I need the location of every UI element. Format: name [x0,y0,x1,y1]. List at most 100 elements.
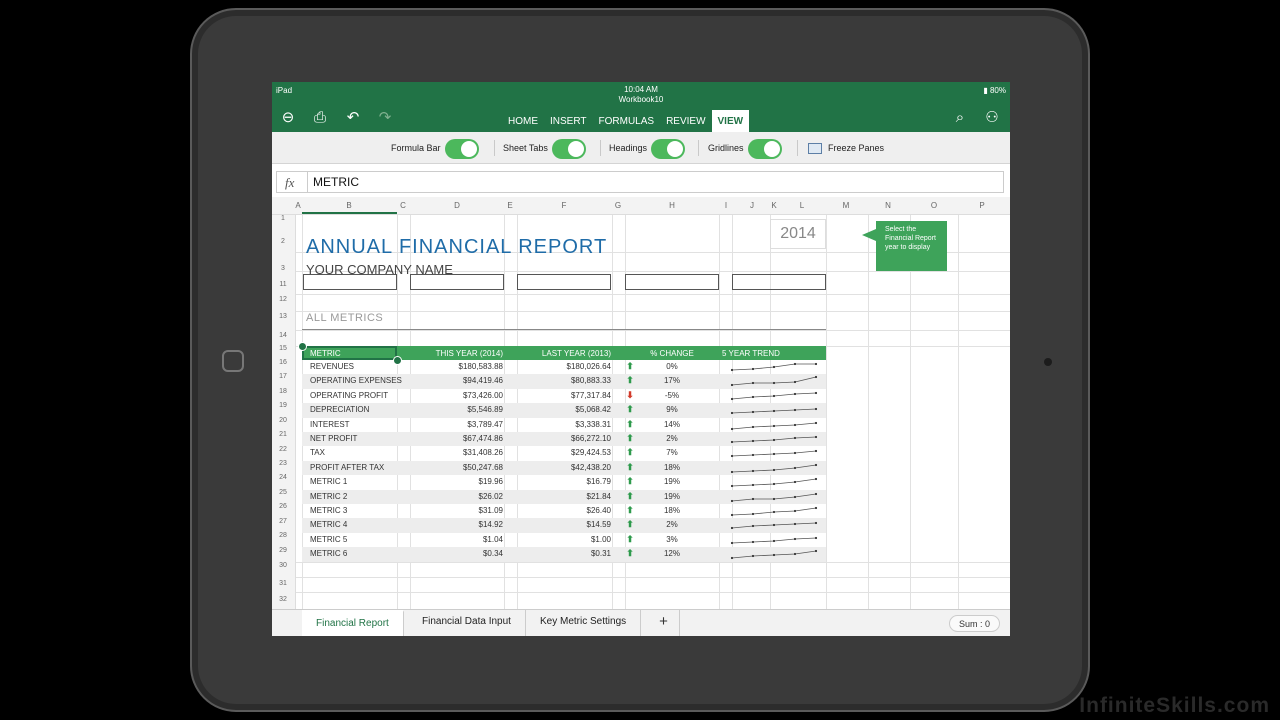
headings-switch[interactable] [651,138,686,159]
selection-handle[interactable] [298,342,307,351]
gridlines-switch[interactable] [747,138,782,159]
sheet-tab[interactable]: Financial Data Input [408,610,526,636]
row-header[interactable]: 25 [272,489,294,496]
this-year-cell[interactable]: $50,247.68 [463,463,503,472]
column-header[interactable]: J [742,201,762,210]
table-row[interactable]: METRIC 2 $26.02 $21.84 19% ⬆ [302,489,826,504]
pct-change-cell[interactable]: 19% [642,477,702,486]
row-header[interactable]: 30 [272,562,294,569]
table-row[interactable]: METRIC 4 $14.92 $14.59 2% ⬆ [302,518,826,533]
row-header[interactable]: 14 [272,332,294,339]
last-year-cell[interactable]: $42,438.20 [571,463,611,472]
headings-toggle[interactable]: Headings [609,138,686,159]
last-year-cell[interactable]: $66,272.10 [571,434,611,443]
metric-cell[interactable]: REVENUES [310,362,354,371]
undo-icon[interactable]: ↶ [343,108,363,128]
row-header[interactable]: 2 [272,238,294,245]
row-header[interactable]: 29 [272,547,294,554]
row-header[interactable]: 16 [272,359,294,366]
last-year-cell[interactable]: $180,026.64 [567,362,612,371]
row-header[interactable]: 28 [272,532,294,539]
table-row[interactable]: NET PROFIT $67,474.86 $66,272.10 2% ⬆ [302,432,826,447]
header-this-year[interactable]: THIS YEAR (2014) [436,349,503,358]
row-header[interactable]: 1 [272,215,294,222]
summary-box[interactable] [732,274,826,290]
selection-handle[interactable] [393,356,402,365]
table-row[interactable]: METRIC 6 $0.34 $0.31 12% ⬆ [302,547,826,562]
add-person-icon[interactable]: ⚇ [982,108,1002,128]
formula-bar-switch[interactable] [444,138,479,159]
column-header[interactable]: L [792,201,812,210]
row-header[interactable]: 11 [272,281,294,288]
column-header[interactable]: H [662,201,682,210]
table-row[interactable]: METRIC 1 $19.96 $16.79 19% ⬆ [302,475,826,489]
tab-review[interactable]: REVIEW [660,110,711,132]
sheet-tabs-switch[interactable] [551,138,586,159]
pct-change-cell[interactable]: 3% [642,535,702,544]
add-sheet-button[interactable]: + [648,610,680,636]
this-year-cell[interactable]: $3,789.47 [467,420,503,429]
back-circle-icon[interactable]: ⊖ [278,108,298,128]
gridlines-toggle[interactable]: Gridlines [708,138,782,159]
row-header[interactable]: 20 [272,417,294,424]
row-header[interactable]: 12 [272,296,294,303]
pct-change-cell[interactable]: 2% [642,434,702,443]
table-row[interactable]: TAX $31,408.26 $29,424.53 7% ⬆ [302,446,826,460]
report-title[interactable]: ANNUAL FINANCIAL REPORT [306,236,607,259]
last-year-cell[interactable]: $14.59 [587,520,611,529]
row-header[interactable]: 17 [272,373,294,380]
last-year-cell[interactable]: $1.00 [591,535,611,544]
last-year-cell[interactable]: $21.84 [587,492,611,501]
redo-icon[interactable]: ↷ [375,108,395,128]
tab-insert[interactable]: INSERT [544,110,593,132]
table-row[interactable]: DEPRECIATION $5,546.89 $5,068.42 9% ⬆ [302,403,826,418]
pct-change-cell[interactable]: -5% [642,391,702,400]
last-year-cell[interactable]: $16.79 [587,477,611,486]
row-header[interactable]: 18 [272,388,294,395]
pct-change-cell[interactable]: 14% [642,420,702,429]
table-row[interactable]: OPERATING EXPENSES $94,419.46 $80,883.33 17… [302,374,826,389]
column-header[interactable]: B [339,201,359,210]
selected-cell[interactable] [302,346,397,360]
this-year-cell[interactable]: $1.04 [483,535,503,544]
row-header[interactable]: 15 [272,345,294,352]
header-pct-change[interactable]: % CHANGE [642,349,702,358]
row-header[interactable]: 21 [272,431,294,438]
metric-cell[interactable]: TAX [310,448,325,457]
column-header[interactable]: I [716,201,736,210]
this-year-cell[interactable]: $0.34 [483,549,503,558]
tab-view[interactable]: VIEW [711,110,750,132]
home-button[interactable] [222,350,244,372]
metric-cell[interactable]: PROFIT AFTER TAX [310,463,384,472]
table-row[interactable]: METRIC 5 $1.04 $1.00 3% ⬆ [302,533,826,547]
row-header[interactable]: 19 [272,402,294,409]
summary-box[interactable] [303,274,397,290]
row-header[interactable]: 26 [272,503,294,510]
table-row[interactable]: PROFIT AFTER TAX $50,247.68 $42,438.20 18% ⬆ [302,460,826,476]
this-year-cell[interactable]: $180,583.88 [459,362,504,371]
summary-box[interactable] [625,274,719,290]
formula-bar-toggle[interactable]: Formula Bar [391,138,479,159]
metric-cell[interactable]: OPERATING EXPENSES [310,376,402,385]
metric-cell[interactable]: METRIC 1 [310,477,347,486]
this-year-cell[interactable]: $19.96 [479,477,503,486]
sheet-tab[interactable]: Financial Report [302,610,404,636]
summary-box[interactable] [517,274,611,290]
header-last-year[interactable]: LAST YEAR (2013) [542,349,611,358]
worksheet-grid[interactable]: ABCDEFGHIJKLMNOP 1 2 3 11 12 13 14 15 16 17 18 19 20… [272,197,1010,609]
sum-indicator[interactable]: Sum : 0 [948,615,1000,632]
this-year-cell[interactable]: $67,474.86 [463,434,503,443]
column-header[interactable]: C [393,201,413,210]
column-header[interactable]: A [288,201,308,210]
metric-cell[interactable]: METRIC 4 [310,520,347,529]
column-header[interactable]: M [836,201,856,210]
column-header[interactable]: P [972,201,992,210]
row-header[interactable]: 3 [272,265,294,272]
formula-input[interactable]: METRIC [313,175,359,189]
column-header[interactable]: O [924,201,944,210]
freeze-panes-button[interactable]: Freeze Panes [808,138,884,158]
metric-cell[interactable]: INTEREST [310,420,350,429]
row-header[interactable]: 13 [272,313,294,320]
search-icon[interactable]: ⌕ [950,108,970,128]
pct-change-cell[interactable]: 18% [642,463,702,472]
